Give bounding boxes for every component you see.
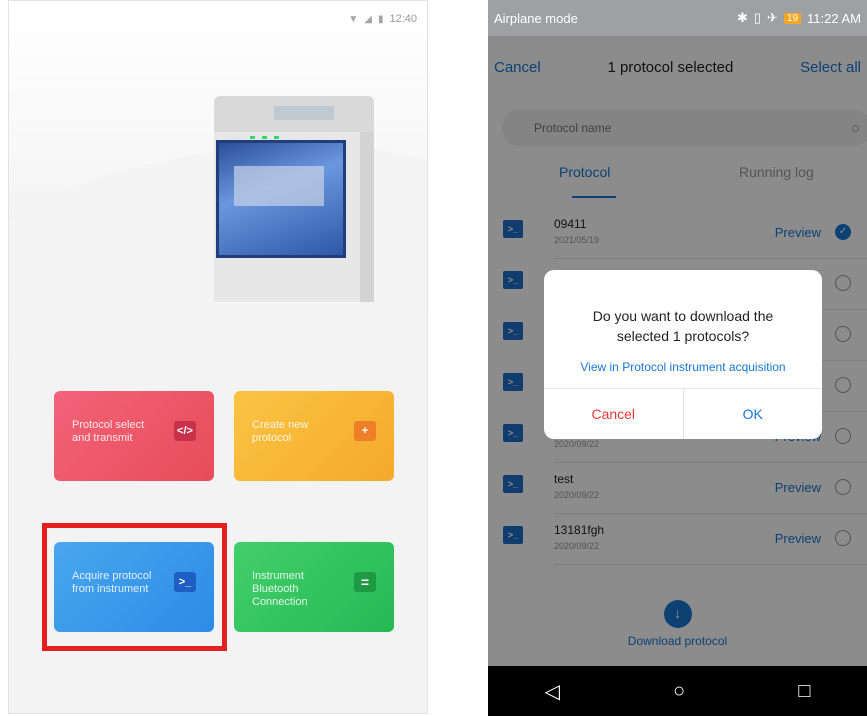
code-icon: </> xyxy=(174,421,196,441)
home-icon[interactable]: ○ xyxy=(673,680,685,703)
status-bar: ▼ ◢ ▮ 12:40 xyxy=(348,13,417,25)
tile-label: Instrument Bluetooth Connection xyxy=(252,570,308,608)
left-phone-screen: ▼ ◢ ▮ 12:40 Protocol select and transmit… xyxy=(8,0,428,714)
tile-bluetooth-connection[interactable]: Instrument Bluetooth Connection = xyxy=(234,542,394,632)
dialog-cancel-button[interactable]: Cancel xyxy=(544,389,684,439)
status-icons: ✱ ▯ ✈ 19 11:22 AM xyxy=(737,10,861,26)
status-bar: Airplane mode ✱ ▯ ✈ 19 11:22 AM xyxy=(488,0,867,36)
instrument-screen xyxy=(274,106,334,120)
recent-apps-icon[interactable]: □ xyxy=(798,680,810,703)
dialog-message: Do you want to download the selected 1 p… xyxy=(592,308,774,344)
dialog-acquisition-link[interactable]: View in Protocol instrument acquisition xyxy=(544,360,822,374)
android-nav-bar: ◁ ○ □ xyxy=(488,666,867,716)
battery-icon: 19 xyxy=(783,12,802,24)
tile-label: Protocol select and transmit xyxy=(72,419,145,444)
vibrate-icon: ▯ xyxy=(753,10,761,25)
signal-icon: ◢ xyxy=(364,13,372,25)
tile-protocol-select-transmit[interactable]: Protocol select and transmit </> xyxy=(54,391,214,481)
dialog-buttons: Cancel OK xyxy=(544,388,822,439)
bluetooth-status-icon: ✱ xyxy=(736,10,748,25)
airplane-mode-label: Airplane mode xyxy=(494,10,578,26)
bluetooth-icon: = xyxy=(354,572,376,592)
status-time: 11:22 AM xyxy=(807,10,861,26)
right-phone-screen: Airplane mode ✱ ▯ ✈ 19 11:22 AM Cancel 1… xyxy=(488,0,867,716)
instrument-led xyxy=(262,136,267,139)
instrument-led xyxy=(250,136,255,139)
instrument-led xyxy=(274,136,279,139)
highlight-annotation-box xyxy=(42,523,227,651)
instrument-top xyxy=(214,96,374,132)
back-icon[interactable]: ◁ xyxy=(545,679,560,704)
wifi-icon: ▼ xyxy=(348,13,359,25)
tile-create-new-protocol[interactable]: Create new protocol + xyxy=(234,391,394,481)
airplane-icon: ✈ xyxy=(767,10,778,25)
status-time: 12:40 xyxy=(389,13,417,25)
download-confirm-dialog: Do you want to download the selected 1 p… xyxy=(544,270,822,439)
battery-icon: ▮ xyxy=(377,13,384,25)
dialog-ok-button[interactable]: OK xyxy=(684,389,823,439)
tile-label: Create new protocol xyxy=(252,419,309,444)
add-icon: + xyxy=(354,421,376,441)
instrument-image xyxy=(214,96,384,302)
instrument-tray xyxy=(234,166,324,206)
